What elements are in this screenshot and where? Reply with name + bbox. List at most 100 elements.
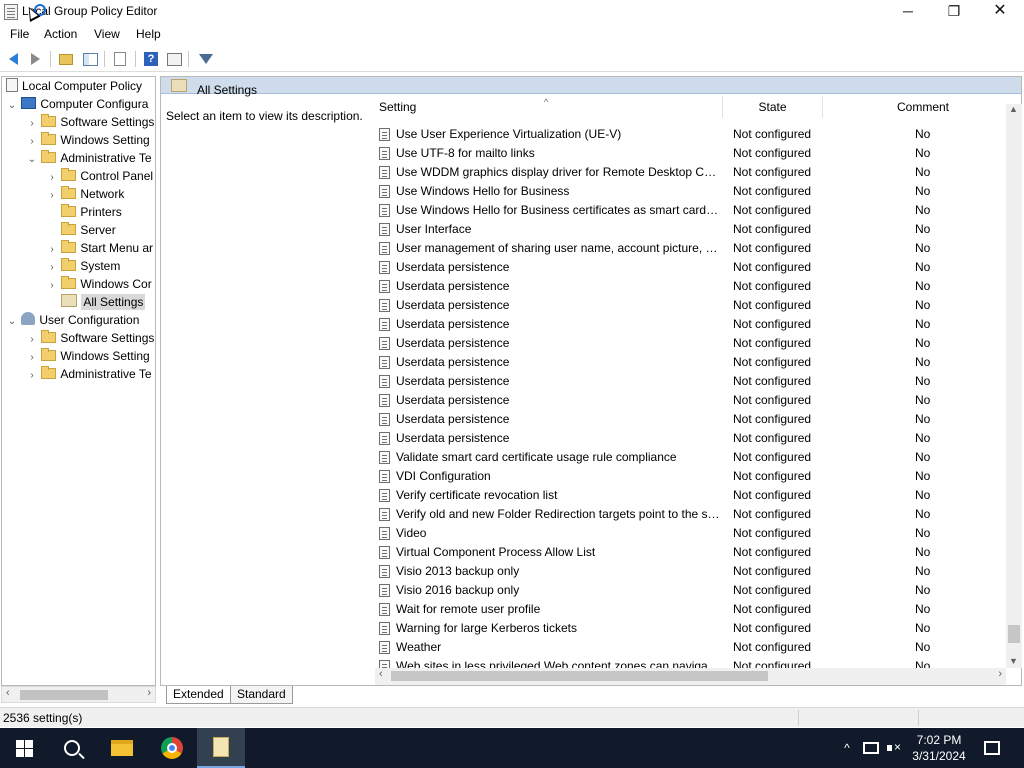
table-row[interactable]: Userdata persistence Not configured No <box>375 372 1007 391</box>
network-button[interactable] <box>860 728 882 768</box>
list-horizontal-scrollbar[interactable]: ‹ › <box>375 668 1006 685</box>
tree-item-network[interactable]: › Network <box>46 185 124 203</box>
table-row[interactable]: Userdata persistence Not configured No <box>375 391 1007 410</box>
forward-button[interactable] <box>25 49 45 69</box>
tree-item-software-settings[interactable]: › Software Settings <box>26 113 154 131</box>
column-header-setting[interactable]: Setting <box>375 96 723 118</box>
table-row[interactable]: Use User Experience Virtualization (UE-V… <box>375 125 1007 144</box>
menu-file[interactable]: File <box>10 27 29 41</box>
scroll-right-icon[interactable]: › <box>147 687 151 699</box>
table-row[interactable]: Use UTF-8 for mailto links Not configured… <box>375 144 1007 163</box>
menu-view[interactable]: View <box>94 27 120 41</box>
table-row[interactable]: Userdata persistence Not configured No <box>375 277 1007 296</box>
tree-item-administrative-templates[interactable]: ⌄ Administrative Te <box>26 149 152 167</box>
list-vertical-scrollbar[interactable]: ▲ ▼ <box>1006 104 1022 668</box>
scroll-left-icon[interactable]: ‹ <box>6 687 10 699</box>
menu-help[interactable]: Help <box>136 27 161 41</box>
table-row[interactable]: Wait for remote user profile Not configur… <box>375 600 1007 619</box>
column-header-state[interactable]: State <box>723 96 823 118</box>
table-row[interactable]: Web sites in less privileged Web content… <box>375 657 1007 668</box>
tree-item-windows-settings[interactable]: › Windows Setting <box>26 131 150 149</box>
tree-item-windows-components[interactable]: › Windows Cor <box>46 275 152 293</box>
table-row[interactable]: Visio 2016 backup only Not configured No <box>375 581 1007 600</box>
column-header-comment[interactable]: Comment <box>823 96 1023 118</box>
table-row[interactable]: Use WDDM graphics display driver for Rem… <box>375 163 1007 182</box>
maximize-button[interactable]: ❐ <box>931 0 977 24</box>
group-policy-editor-taskbar-button[interactable] <box>197 728 245 768</box>
table-row[interactable]: Userdata persistence Not configured No <box>375 315 1007 334</box>
scroll-down-icon[interactable]: ▼ <box>1009 656 1018 666</box>
filter-button[interactable] <box>196 49 216 69</box>
settings-list[interactable]: Use User Experience Virtualization (UE-V… <box>375 125 1007 668</box>
tree-item-system[interactable]: › System <box>46 257 120 275</box>
help-button[interactable]: ? <box>141 49 161 69</box>
tree-item-user-administrative-templates[interactable]: › Administrative Te <box>26 365 152 383</box>
table-row[interactable]: VDI Configuration Not configured No <box>375 467 1007 486</box>
scroll-thumb[interactable] <box>391 671 768 681</box>
table-row[interactable]: Userdata persistence Not configured No <box>375 353 1007 372</box>
chrome-button[interactable] <box>148 728 196 768</box>
table-row[interactable]: Userdata persistence Not configured No <box>375 258 1007 277</box>
scroll-right-icon[interactable]: › <box>998 668 1002 680</box>
policy-setting-icon <box>379 128 390 141</box>
clock[interactable]: 7:02 PM 3/31/2024 <box>902 732 976 764</box>
expand-chevron-icon[interactable]: › <box>26 367 38 385</box>
tree-horizontal-scrollbar[interactable]: ‹ › <box>1 686 156 703</box>
table-row[interactable]: Warning for large Kerberos tickets Not co… <box>375 619 1007 638</box>
notifications-button[interactable] <box>980 728 1004 768</box>
tab-standard[interactable]: Standard <box>230 686 293 704</box>
back-button[interactable] <box>3 49 23 69</box>
tree-item-user-configuration[interactable]: ⌄ User Configuration <box>6 311 139 329</box>
table-row[interactable]: Userdata persistence Not configured No <box>375 296 1007 315</box>
search-button[interactable] <box>48 728 96 768</box>
menu-action[interactable]: Action <box>44 27 77 41</box>
table-row[interactable]: Video Not configured No <box>375 524 1007 543</box>
table-row[interactable]: Virtual Component Process Allow List Not … <box>375 543 1007 562</box>
group-policy-editor-icon <box>213 737 229 757</box>
table-row[interactable]: Verify old and new Folder Redirection ta… <box>375 505 1007 524</box>
tab-extended[interactable]: Extended <box>166 686 231 704</box>
title-bar: Local Group Policy Editor ─ ❐ ✕ <box>0 0 1024 24</box>
table-row[interactable]: Verify certificate revocation list Not co… <box>375 486 1007 505</box>
collapse-chevron-icon[interactable]: ⌄ <box>6 313 18 331</box>
table-row[interactable]: User management of sharing user name, ac… <box>375 239 1007 258</box>
tree-item-control-panel[interactable]: › Control Panel <box>46 167 153 185</box>
collapse-chevron-icon[interactable]: ⌄ <box>6 97 18 115</box>
tree-item-all-settings[interactable]: All Settings <box>46 293 146 311</box>
scroll-left-icon[interactable]: ‹ <box>379 668 383 680</box>
properties-button[interactable] <box>164 49 184 69</box>
table-row[interactable]: Userdata persistence Not configured No <box>375 334 1007 353</box>
table-row[interactable]: Validate smart card certificate usage ru… <box>375 448 1007 467</box>
table-row[interactable]: Userdata persistence Not configured No <box>375 410 1007 429</box>
volume-button[interactable] <box>884 728 904 768</box>
volume-muted-icon <box>887 740 901 754</box>
tree-item-user-software-settings[interactable]: › Software Settings <box>26 329 154 347</box>
minimize-button[interactable]: ─ <box>885 0 931 24</box>
table-row[interactable]: Weather Not configured No <box>375 638 1007 657</box>
up-folder-button[interactable] <box>56 49 76 69</box>
table-row[interactable]: Userdata persistence Not configured No <box>375 429 1007 448</box>
table-row[interactable]: Use Windows Hello for Business certifica… <box>375 201 1007 220</box>
tree-item-local-computer-policy[interactable]: Local Computer Policy <box>6 77 142 95</box>
tree-item-user-windows-settings[interactable]: › Windows Setting <box>26 347 150 365</box>
scroll-up-icon[interactable]: ▲ <box>1009 104 1018 114</box>
show-hide-tree-button[interactable] <box>80 49 100 69</box>
start-button[interactable] <box>0 728 48 768</box>
table-row[interactable]: Use Windows Hello for Business Not config… <box>375 182 1007 201</box>
table-row[interactable]: User Interface Not configured No <box>375 220 1007 239</box>
policy-setting-icon <box>379 166 390 179</box>
collapse-chevron-icon[interactable]: ⌄ <box>26 151 38 169</box>
tree-item-start-menu[interactable]: › Start Menu ar <box>46 239 153 257</box>
export-list-button[interactable] <box>110 49 130 69</box>
table-row[interactable]: Visio 2013 backup only Not configured No <box>375 562 1007 581</box>
scroll-thumb[interactable] <box>1008 625 1020 643</box>
file-explorer-button[interactable] <box>98 728 146 768</box>
tree-item-server[interactable]: Server <box>46 221 116 239</box>
tree-item-printers[interactable]: Printers <box>46 203 122 221</box>
policy-setting-icon <box>379 261 390 274</box>
scroll-thumb[interactable] <box>20 690 108 700</box>
tree-item-computer-configuration[interactable]: ⌄ Computer Configura <box>6 95 148 113</box>
console-tree[interactable]: Local Computer Policy ⌄ Computer Configu… <box>1 76 156 686</box>
close-button[interactable]: ✕ <box>977 0 1023 24</box>
show-hidden-icons-button[interactable]: ^ <box>838 728 856 768</box>
